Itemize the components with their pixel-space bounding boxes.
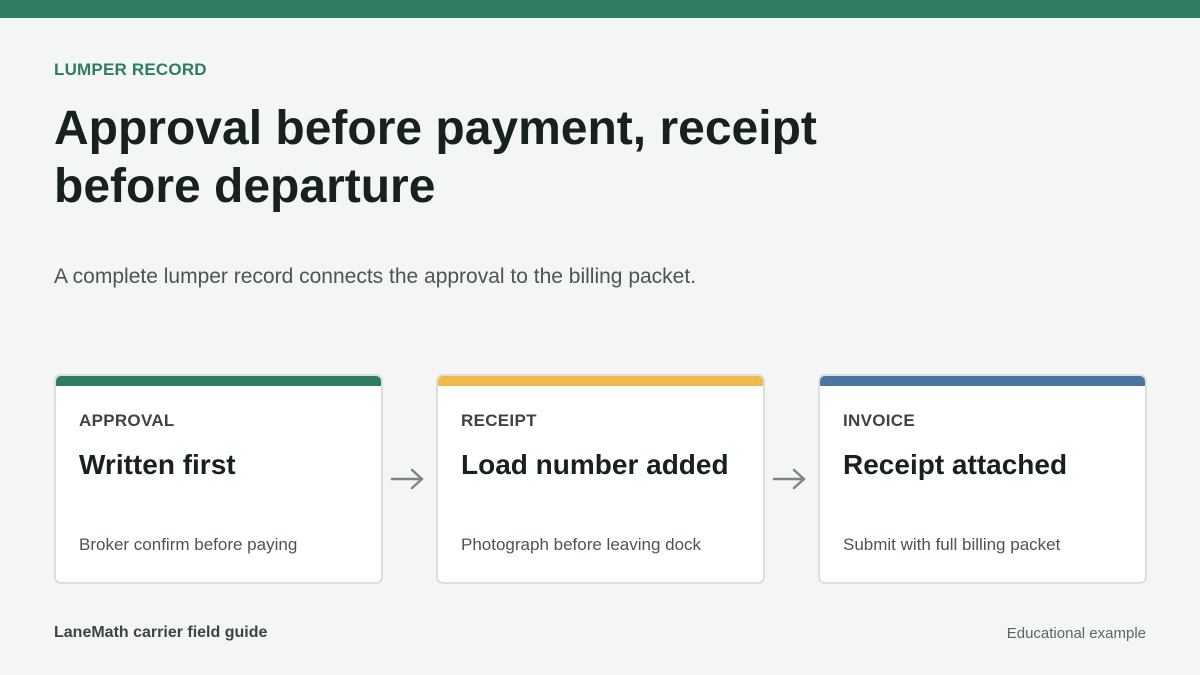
- card-headline: Written first: [79, 449, 236, 480]
- footer-disclaimer: Educational example: [1006, 625, 1146, 642]
- card-accent-stripe: [438, 376, 763, 386]
- arrow-right-icon: [772, 468, 806, 490]
- page-subtitle: A complete lumper record connects the ap…: [54, 265, 697, 288]
- card-receipt: RECEIPT Load number added Photograph bef…: [436, 374, 765, 584]
- card-headline: Load number added: [461, 449, 729, 480]
- card-note: Broker confirm before paying: [79, 535, 298, 554]
- section-eyebrow: LUMPER RECORD: [54, 60, 207, 79]
- arrow-right-icon: [390, 468, 424, 490]
- card-note: Photograph before leaving dock: [461, 535, 702, 554]
- card-label: INVOICE: [843, 411, 916, 430]
- footer-brand: LaneMath carrier field guide: [54, 624, 268, 641]
- card-approval: APPROVAL Written first Broker confirm be…: [54, 374, 383, 584]
- card-note: Submit with full billing packet: [843, 535, 1061, 554]
- card-label: RECEIPT: [461, 411, 537, 430]
- page-title: Approval before payment, receipt before …: [54, 102, 817, 213]
- card-label: APPROVAL: [79, 411, 175, 430]
- top-accent-bar: [0, 0, 1200, 18]
- card-headline: Receipt attached: [843, 449, 1068, 480]
- card-accent-stripe: [820, 376, 1145, 386]
- card-accent-stripe: [56, 376, 381, 386]
- card-invoice: INVOICE Receipt attached Submit with ful…: [818, 374, 1147, 584]
